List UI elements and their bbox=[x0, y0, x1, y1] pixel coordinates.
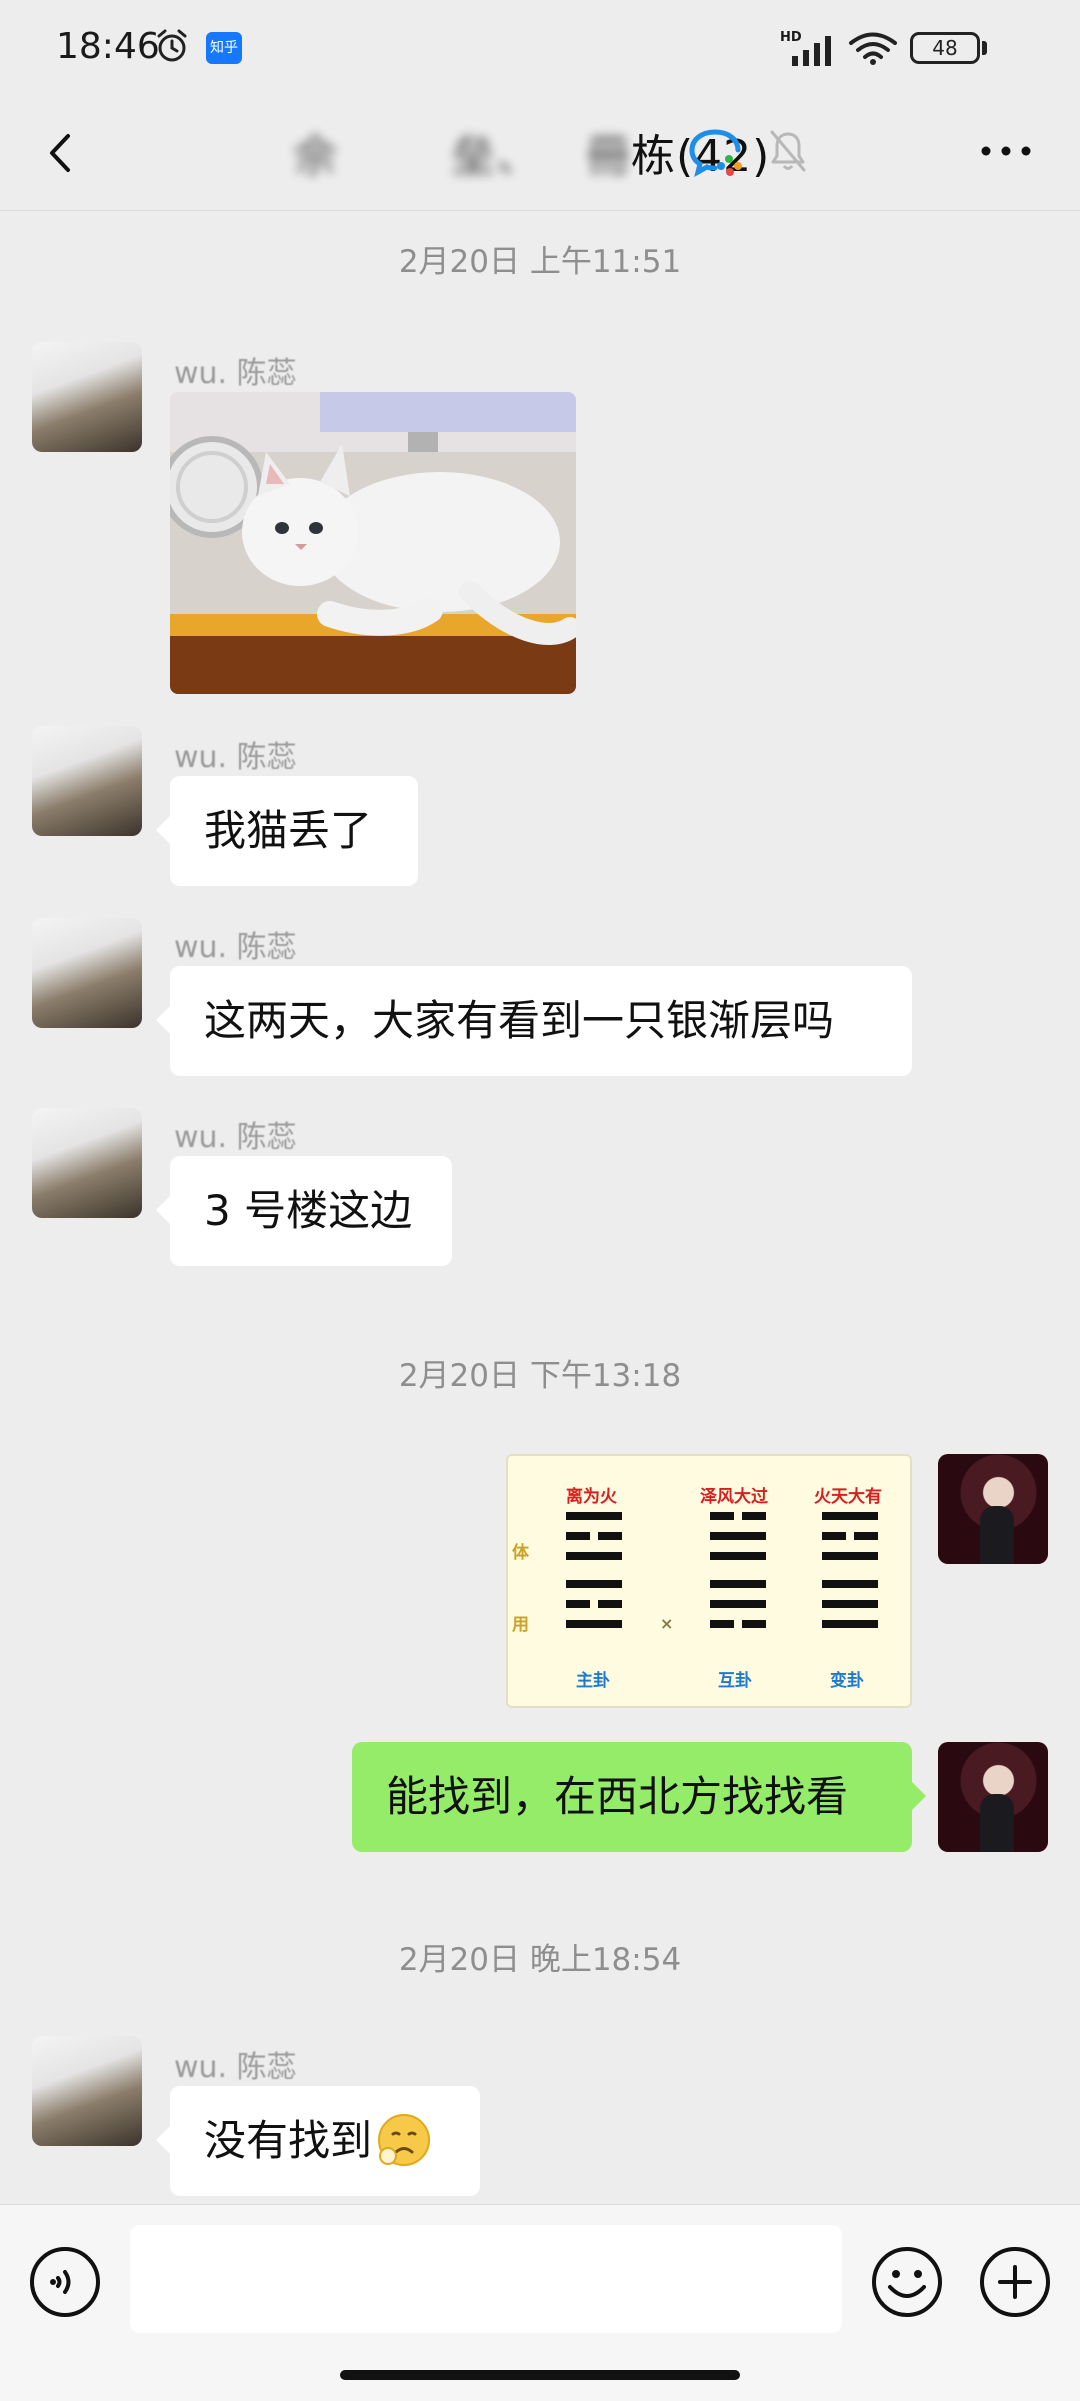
message-text: 3 号楼这边 bbox=[204, 1186, 413, 1235]
cat-photo-illustration bbox=[170, 392, 576, 694]
my-message-bubble[interactable]: 能找到，在西北方找找看 bbox=[352, 1742, 926, 1852]
timestamp: 2月20日 下午13:18 bbox=[398, 1358, 682, 1394]
cellular-signal-icon bbox=[792, 36, 831, 66]
message-text: 能找到，在西北方找找看 bbox=[386, 1772, 849, 1821]
hexagram-footer: 变卦 bbox=[830, 1671, 864, 1691]
message-text: 这两天，大家有看到一只银渐层吗 bbox=[204, 996, 835, 1045]
sender-name: wu. 陈蕊 bbox=[174, 2050, 297, 2085]
message-bubble[interactable]: 我猫丢了 bbox=[156, 776, 418, 886]
smiley-icon[interactable] bbox=[870, 2245, 944, 2319]
battery-cap bbox=[982, 41, 987, 55]
message-input[interactable] bbox=[130, 2225, 842, 2333]
timestamp: 2月20日 晚上18:54 bbox=[398, 1942, 682, 1978]
avatar[interactable] bbox=[32, 2036, 142, 2146]
status-bar: 18:46 知乎 HD 48 bbox=[0, 0, 1080, 96]
sad-face-emoji-icon bbox=[378, 2113, 431, 2166]
hexagram-footer: 互卦 bbox=[718, 1671, 752, 1691]
back-arrow-icon[interactable] bbox=[40, 118, 80, 188]
enterprise-chat-icon bbox=[689, 129, 742, 177]
wifi-icon bbox=[849, 32, 897, 65]
cat-photo[interactable] bbox=[170, 392, 576, 694]
message-text: 我猫丢了 bbox=[204, 806, 373, 855]
status-time: 18:46 bbox=[56, 26, 160, 67]
message-text: 没有找到 bbox=[204, 2116, 373, 2165]
home-indicator[interactable] bbox=[340, 2370, 740, 2380]
sender-name: wu. 陈蕊 bbox=[174, 930, 297, 965]
avatar[interactable] bbox=[32, 918, 142, 1028]
hexagram-image[interactable]: 离为火 泽风大过 火天大有 体 用 × 主卦 互卦 变卦 bbox=[506, 1454, 912, 1708]
sender-name: wu. 陈蕊 bbox=[174, 740, 297, 775]
avatar[interactable] bbox=[32, 726, 142, 836]
message-bubble[interactable]: 3 号楼这边 bbox=[156, 1156, 452, 1266]
my-avatar[interactable] bbox=[938, 1454, 1048, 1564]
alarm-clock-icon bbox=[157, 29, 187, 62]
avatar[interactable] bbox=[32, 1108, 142, 1218]
system-indicators: HD 48 bbox=[780, 26, 1020, 70]
bell-muted-icon bbox=[770, 130, 806, 172]
timestamp: 2月20日 上午11:51 bbox=[398, 244, 682, 280]
chat-header: 佘 垒、 冊栋(42) bbox=[0, 96, 1080, 211]
sender-name: wu. 陈蕊 bbox=[174, 356, 297, 391]
message-bubble[interactable]: 没有找到 bbox=[156, 2086, 480, 2196]
hexagram-footer: 主卦 bbox=[576, 1671, 610, 1691]
avatar[interactable] bbox=[32, 342, 142, 452]
plus-icon[interactable] bbox=[978, 2245, 1052, 2319]
more-dots-icon[interactable] bbox=[976, 136, 1036, 166]
voice-icon[interactable] bbox=[28, 2245, 102, 2319]
zhihu-app-icon: 知乎 bbox=[206, 32, 242, 64]
sender-name: wu. 陈蕊 bbox=[174, 1120, 297, 1155]
my-avatar[interactable] bbox=[938, 1742, 1048, 1852]
chat-title-blurred: 佘 垒、 冊 bbox=[270, 131, 631, 182]
message-bubble[interactable]: 这两天，大家有看到一只银渐层吗 bbox=[156, 966, 912, 1076]
battery-indicator: 48 bbox=[910, 32, 980, 64]
